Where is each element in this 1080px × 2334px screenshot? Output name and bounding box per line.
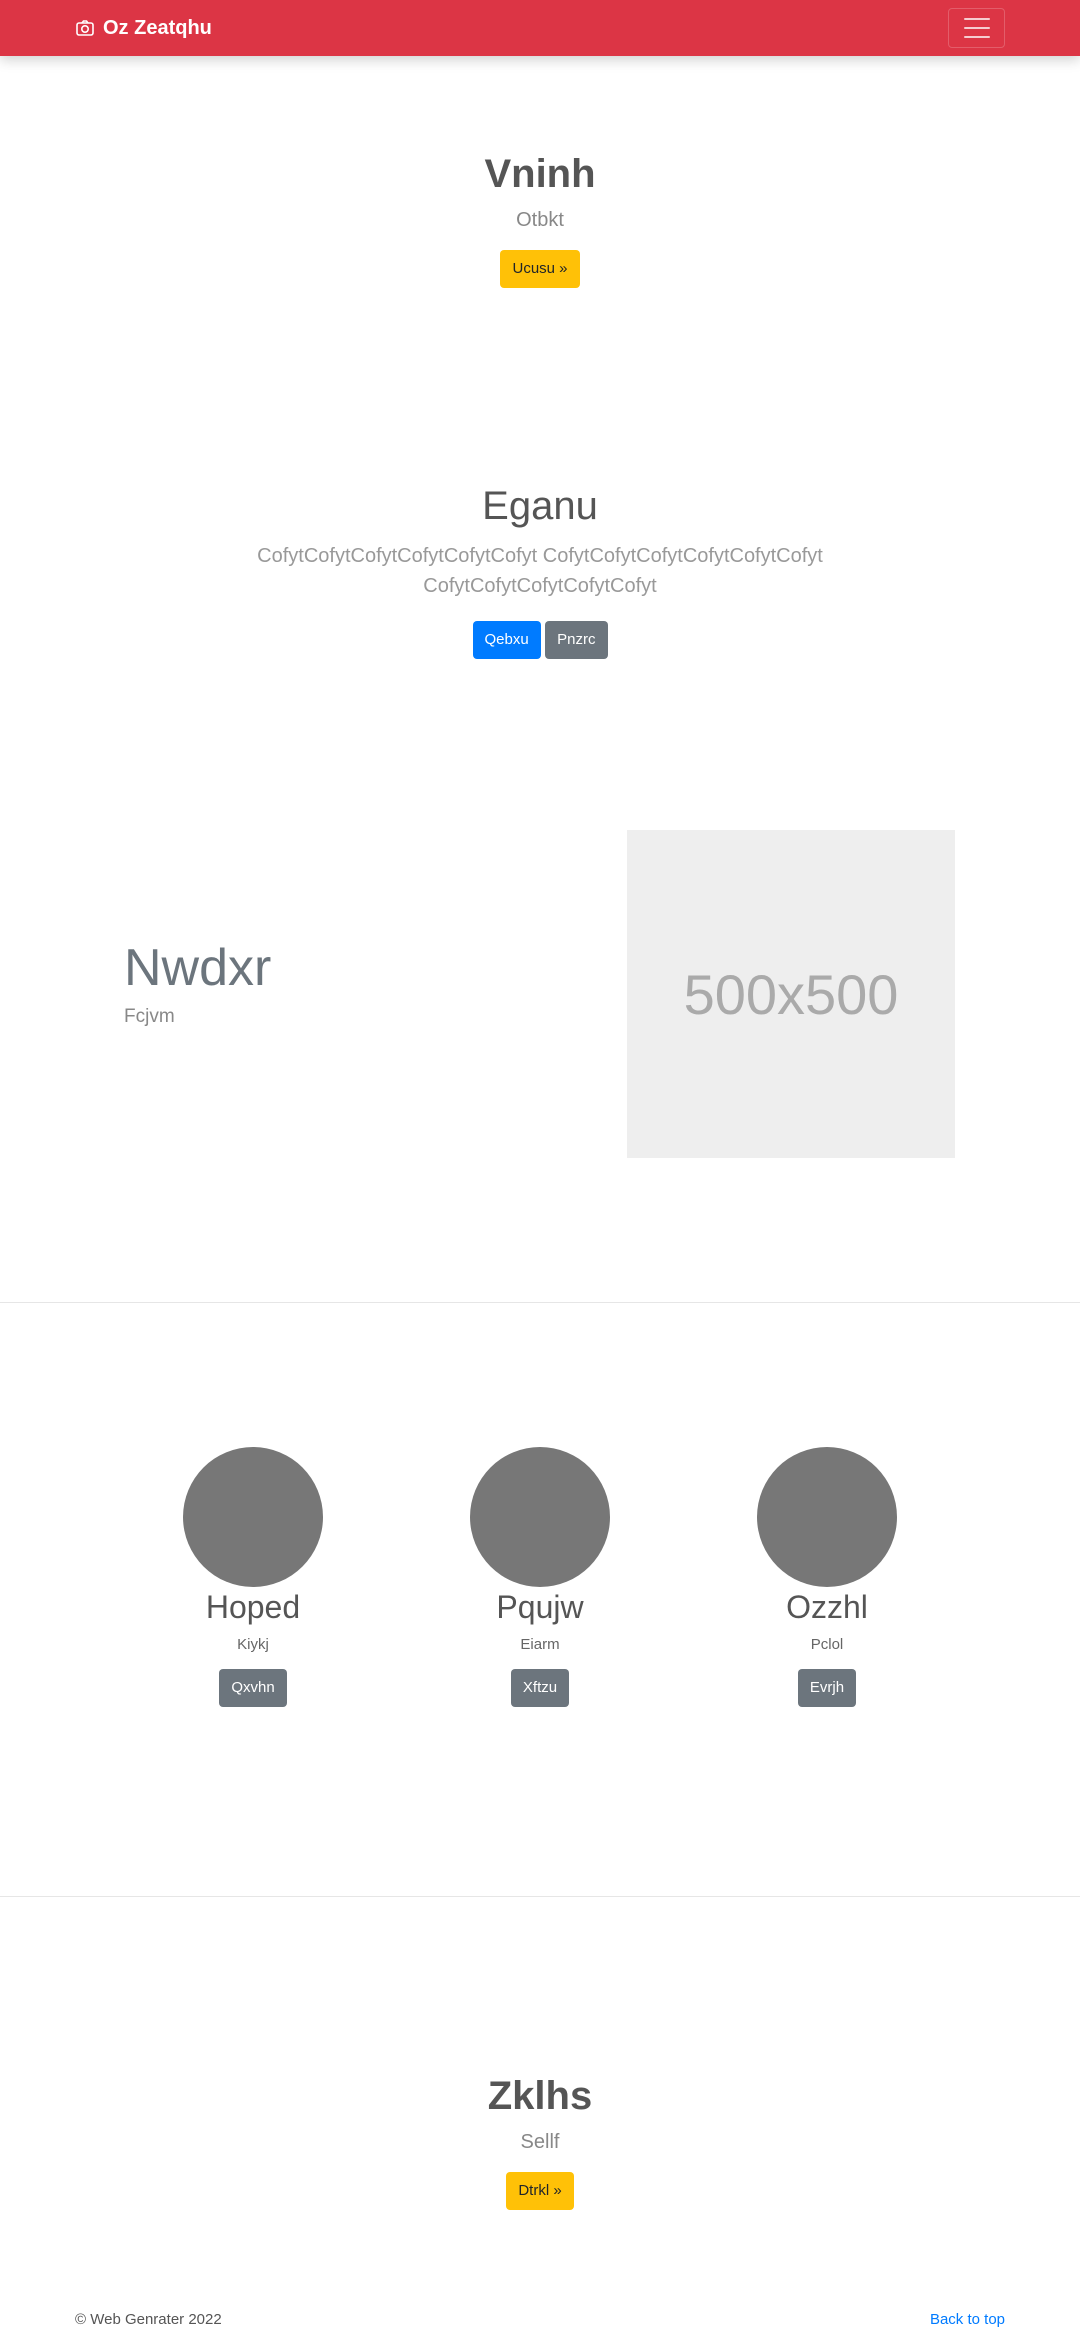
- brand-link[interactable]: Oz Zeatqhu: [75, 14, 212, 42]
- avatar: [757, 1447, 897, 1587]
- section-divider: [0, 1896, 1080, 1897]
- hero2-text-line1: CofytCofytCofytCofytCofytCofyt CofytCofy…: [257, 545, 823, 567]
- hero1-title: Vninh: [484, 152, 596, 196]
- team-card-name: Pqujw: [496, 1589, 584, 1625]
- team-card: Ozzhl Pclol Evrjh: [697, 1447, 957, 1707]
- team-card-role: Eiarm: [520, 1636, 560, 1653]
- team-card-role: Kiykj: [237, 1636, 269, 1653]
- avatar: [470, 1447, 610, 1587]
- navbar: Oz Zeatqhu: [0, 0, 1080, 56]
- feature-image-label: 500x500: [683, 962, 899, 1026]
- team-card: Hoped Kiykj Qxvhn: [123, 1447, 383, 1707]
- team-card-button[interactable]: Qxvhn: [219, 1669, 287, 1707]
- navbar-toggler-button[interactable]: [948, 8, 1005, 48]
- hero2-primary-button[interactable]: Qebxu: [472, 621, 541, 659]
- hero2-text-line2: CofytCofytCofytCofytCofyt: [423, 575, 657, 597]
- feature-text: Nwdxr Fcjvm: [124, 938, 271, 1028]
- hero-section-2: Eganu CofytCofytCofytCofytCofytCofyt Cof…: [0, 484, 1080, 659]
- hero1-subtitle: Otbkt: [516, 209, 564, 231]
- hamburger-icon: [963, 18, 990, 20]
- feature-subtitle: Fcjvm: [124, 1006, 175, 1027]
- hero3-button[interactable]: Dtrkl »: [506, 2172, 574, 2210]
- brand-name: Oz Zeatqhu: [103, 16, 212, 39]
- team-card-button[interactable]: Xftzu: [510, 1669, 570, 1707]
- team-card-name: Ozzhl: [786, 1589, 868, 1625]
- footer-copyright: © Web Genrater 2022: [75, 2311, 222, 2328]
- hero2-title: Eganu: [482, 484, 598, 528]
- hero3-title: Zklhs: [487, 2074, 593, 2118]
- avatar: [183, 1447, 323, 1587]
- hero1-button[interactable]: Ucusu »: [500, 250, 580, 288]
- team-card-button[interactable]: Evrjh: [797, 1669, 857, 1707]
- back-to-top-link[interactable]: Back to top: [930, 2311, 1005, 2328]
- camera-icon: [76, 20, 94, 36]
- hero2-text: CofytCofytCofytCofytCofytCofyt CofytCofy…: [0, 541, 1080, 601]
- hero-section-3: Zklhs Sellf Dtrkl »: [0, 2074, 1080, 2210]
- team-card: Pqujw Eiarm Xftzu: [410, 1447, 670, 1707]
- feature-image-placeholder: 500x500: [627, 830, 955, 1158]
- team-card-role: Pclol: [810, 1636, 844, 1653]
- hero2-secondary-button[interactable]: Pnzrc: [545, 621, 608, 659]
- section-divider: [0, 1302, 1080, 1303]
- hero3-subtitle: Sellf: [520, 2131, 560, 2153]
- team-card-name: Hoped: [205, 1589, 301, 1625]
- feature-title: Nwdxr: [124, 939, 272, 997]
- hero-section-1: Vninh Otbkt Ucusu »: [0, 152, 1080, 288]
